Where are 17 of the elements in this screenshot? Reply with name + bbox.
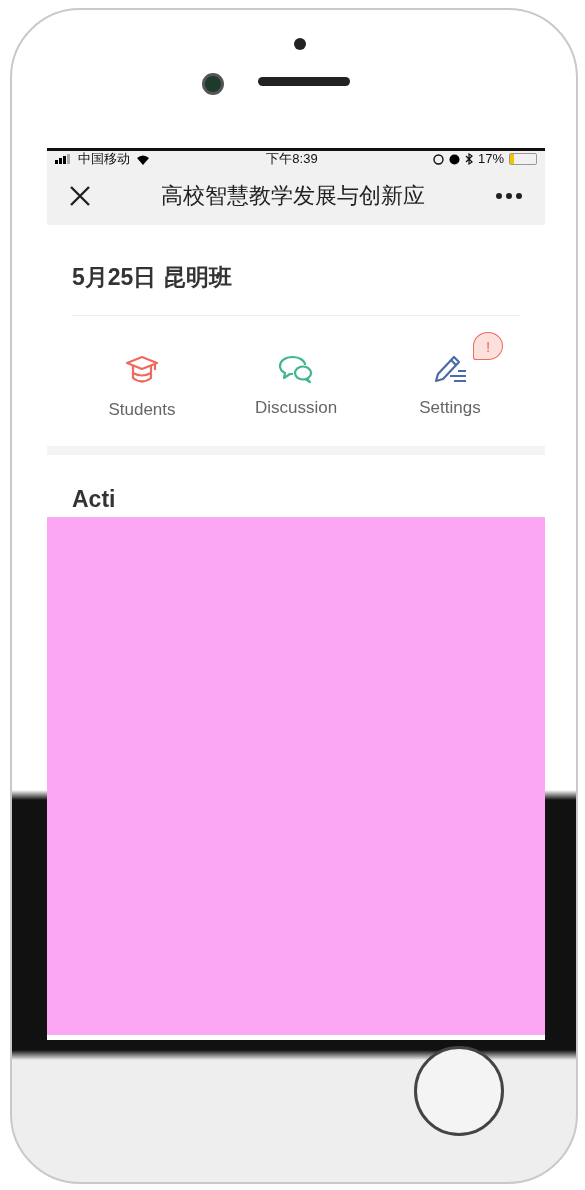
clock-time: 下午8:39 [266,151,318,167]
signal-icon [55,154,73,164]
discussion-button[interactable]: Discussion [226,354,366,418]
wifi-icon [135,153,151,165]
page-title: 高校智慧教学发展与创新应 [160,182,426,210]
section-heading: Acti [71,485,117,514]
students-button[interactable]: Students [72,354,212,420]
chat-bubbles-icon [278,354,314,384]
pencil-lines-icon [432,354,468,384]
battery-icon [509,153,537,165]
more-icon[interactable] [495,192,523,200]
alert-badge: ! [473,332,503,360]
battery-percent: 17% [477,151,504,167]
bluetooth-icon [464,153,473,165]
graduation-cap-icon [125,354,159,386]
class-title: 5月25日 昆明班 [72,225,520,316]
carrier-name: 中国移动 [78,151,130,167]
